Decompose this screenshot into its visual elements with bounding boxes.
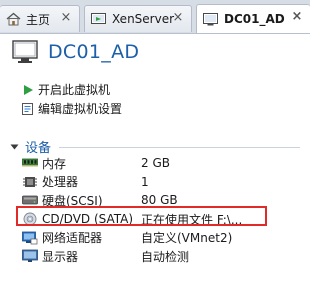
network-adapter-icon [22, 231, 38, 245]
device-list: 内存 2 GB 处理器 1 硬盘(SCSI) 80 GB CD/DVD (SAT… [22, 154, 302, 266]
memory-icon [22, 157, 38, 169]
section-divider [59, 147, 300, 148]
vm-header: DC01_AD [12, 40, 139, 64]
device-value: 正在使用文件 F:\... [141, 212, 243, 227]
device-name-cd-dvd: CD/DVD (SATA) [22, 212, 133, 226]
vm-summary-panel: DC01_AD 开启此虚拟机 编辑虚拟机设置 设备 内存 2 GB 处理器 1 … [0, 34, 310, 281]
device-name-display: 显示器 [22, 248, 78, 265]
device-name-hard-disk: 硬盘(SCSI) [22, 192, 103, 209]
close-icon[interactable]: × [59, 11, 73, 25]
device-value: 80 GB [141, 193, 178, 208]
power-on-vm-link[interactable]: 开启此虚拟机 [22, 81, 110, 98]
tab-home-label: 主页 [26, 12, 51, 27]
device-row-cd-dvd[interactable]: CD/DVD (SATA) 正在使用文件 F:\... [22, 210, 302, 229]
vm-tab-icon [91, 12, 107, 26]
device-label: 内存 [42, 156, 67, 171]
power-on-vm-label: 开启此虚拟机 [38, 83, 111, 97]
device-name-network-adapter: 网络适配器 [22, 229, 102, 246]
device-name-memory: 内存 [22, 155, 66, 172]
page-title: DC01_AD [48, 41, 140, 63]
tab-xenserver-label: XenServer [112, 12, 175, 26]
device-label: 硬盘(SCSI) [42, 193, 103, 208]
tab-xenserver[interactable]: XenServer × [84, 5, 192, 32]
chevron-down-icon[interactable] [10, 143, 19, 151]
device-row-memory[interactable]: 内存 2 GB [22, 154, 302, 173]
virtual-machine-icon [12, 40, 38, 64]
display-icon [22, 249, 38, 263]
device-row-display[interactable]: 显示器 自动检测 [22, 247, 302, 266]
device-row-network-adapter[interactable]: 网络适配器 自定义(VMnet2) [22, 228, 302, 247]
vm-tab-icon [203, 12, 219, 26]
device-row-hard-disk[interactable]: 硬盘(SCSI) 80 GB [22, 191, 302, 210]
cd-dvd-icon [22, 212, 38, 226]
device-row-processor[interactable]: 处理器 1 [22, 173, 302, 192]
tab-dc01-ad[interactable]: DC01_AD × [196, 4, 310, 33]
play-icon [22, 84, 34, 96]
vm-window: 主页 × XenServer × DC01_AD × DC01_AD 开启此虚拟… [0, 0, 310, 281]
close-icon[interactable]: × [171, 11, 185, 25]
device-label: 网络适配器 [42, 231, 103, 246]
device-label: 处理器 [42, 175, 79, 190]
device-label: CD/DVD (SATA) [42, 212, 134, 227]
home-icon [6, 12, 21, 26]
device-value: 自动检测 [141, 249, 190, 264]
device-label: 显示器 [42, 249, 79, 264]
edit-settings-icon [22, 102, 34, 115]
tab-bar: 主页 × XenServer × DC01_AD × [0, 0, 310, 34]
tab-dc01-ad-label: DC01_AD [224, 12, 285, 26]
device-value: 自定义(VMnet2) [141, 231, 233, 246]
close-icon[interactable]: × [290, 10, 304, 24]
tab-home[interactable]: 主页 × [0, 5, 80, 32]
edit-vm-settings-label: 编辑虚拟机设置 [38, 102, 123, 116]
edit-vm-settings-link[interactable]: 编辑虚拟机设置 [22, 100, 122, 117]
hard-disk-icon [22, 194, 38, 206]
device-name-processor: 处理器 [22, 173, 78, 190]
device-value: 1 [141, 174, 149, 189]
processor-icon [22, 175, 38, 189]
device-value: 2 GB [141, 156, 170, 171]
